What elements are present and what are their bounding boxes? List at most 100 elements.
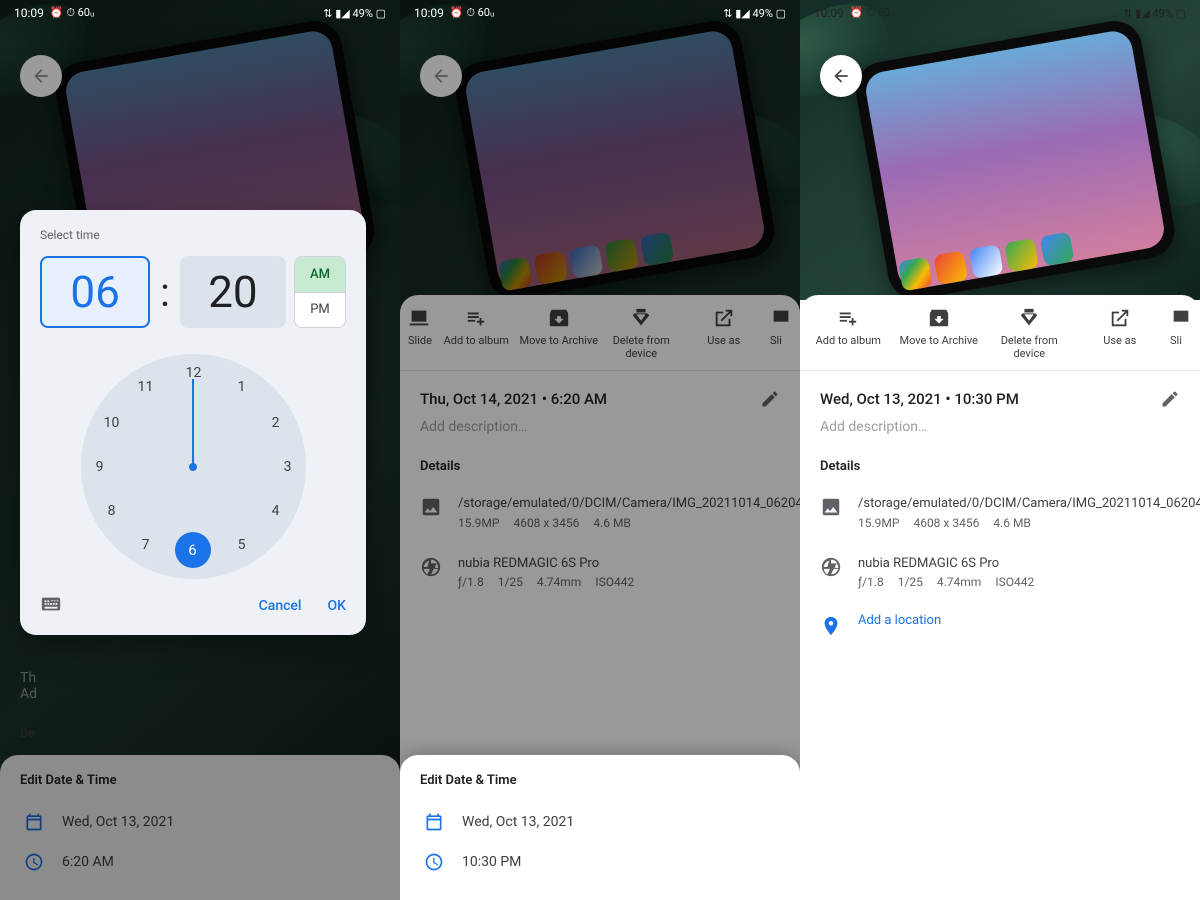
- minute-field[interactable]: 20: [180, 256, 286, 328]
- edit-datetime-title: Edit Date & Time: [20, 773, 380, 788]
- back-button[interactable]: [420, 55, 462, 97]
- status-bar: 10:09⏰ ⏱ 60ᵤ ⇅ ▮◢ 49% ▢: [800, 0, 1200, 26]
- edit-date-value: Wed, Oct 13, 2021: [462, 814, 574, 830]
- edit-time-value: 6:20 AM: [62, 854, 114, 870]
- arrow-back-icon: [31, 66, 51, 86]
- clock-num-2[interactable]: 2: [263, 410, 289, 436]
- edit-time-row[interactable]: 6:20 AM: [20, 842, 380, 882]
- clock-num-8[interactable]: 8: [99, 498, 125, 524]
- action-add-to-album[interactable]: Add to album: [804, 307, 893, 360]
- edit-datetime-icon[interactable]: [760, 389, 780, 409]
- archive-icon: [548, 307, 570, 329]
- clock-icon: [24, 852, 44, 872]
- back-button[interactable]: [820, 55, 862, 97]
- slideshow-icon: [1170, 307, 1192, 329]
- action-delete-from-device[interactable]: Delete from device: [601, 307, 682, 360]
- description-input[interactable]: Add description…: [400, 413, 800, 451]
- am-option[interactable]: AM: [295, 257, 345, 292]
- action-use-as[interactable]: Use as: [684, 307, 765, 360]
- edit-date-row[interactable]: Wed, Oct 13, 2021: [20, 802, 380, 842]
- playlist-add-icon: [837, 307, 859, 329]
- details-title: Details: [400, 451, 800, 486]
- action-slideshow-right[interactable]: Sli: [766, 307, 796, 360]
- open-in-new-icon: [713, 307, 735, 329]
- clock-face[interactable]: 6 12 1 2 3 4 5 7 8 9 10 11: [81, 354, 306, 579]
- clock-num-7[interactable]: 7: [133, 532, 159, 558]
- clock-num-4[interactable]: 4: [263, 498, 289, 524]
- statusbar-time: 10:09: [14, 6, 44, 20]
- edit-datetime-title: Edit Date & Time: [420, 773, 780, 788]
- camera-model: nubia REDMAGIC 6S Pro: [458, 554, 634, 574]
- panel-2-edit-sheet: 10:09⏰ ⏱ 60ᵤ ⇅ ▮◢ 49% ▢ Slide Add to alb…: [400, 0, 800, 900]
- edit-date-row[interactable]: Wed, Oct 13, 2021: [420, 802, 780, 842]
- action-use-as[interactable]: Use as: [1076, 307, 1165, 360]
- ampm-toggle: AM PM: [294, 256, 346, 328]
- clock-num-11[interactable]: 11: [133, 374, 159, 400]
- photo-info-sheet: Add to album Move to Archive Delete from…: [800, 295, 1200, 900]
- image-icon: [820, 496, 842, 518]
- details-title: Details: [800, 451, 1200, 486]
- photo-datetime: Thu, Oct 14, 2021 • 6:20 AM: [420, 390, 607, 408]
- edit-time-row[interactable]: 10:30 PM: [420, 842, 780, 882]
- pm-option[interactable]: PM: [295, 292, 345, 328]
- photo-background: [800, 0, 1200, 300]
- panel-3-info: 10:09⏰ ⏱ 60ᵤ ⇅ ▮◢ 49% ▢ Add to album Mov…: [800, 0, 1200, 900]
- back-button[interactable]: [20, 55, 62, 97]
- camera-model: nubia REDMAGIC 6S Pro: [858, 554, 1034, 574]
- edit-date-value: Wed, Oct 13, 2021: [62, 814, 174, 830]
- edit-datetime-sheet: Edit Date & Time Wed, Oct 13, 2021 10:30…: [400, 755, 800, 900]
- action-move-to-archive[interactable]: Move to Archive: [895, 307, 984, 360]
- delete-device-icon: [1018, 307, 1040, 329]
- clock-hand: [192, 379, 194, 467]
- slideshow-icon: [408, 307, 430, 329]
- clock-num-12[interactable]: 12: [181, 360, 207, 386]
- clock-center-dot: [189, 463, 197, 471]
- ok-button[interactable]: OK: [328, 598, 347, 614]
- add-location-row[interactable]: Add a location: [800, 605, 1200, 651]
- add-location-link[interactable]: Add a location: [858, 613, 941, 628]
- action-delete-from-device[interactable]: Delete from device: [985, 307, 1074, 360]
- arrow-back-icon: [831, 66, 851, 86]
- keyboard-input-toggle[interactable]: [40, 593, 62, 619]
- clock-num-9[interactable]: 9: [87, 454, 113, 480]
- photo-datetime: Wed, Oct 13, 2021 • 10:30 PM: [820, 390, 1019, 408]
- hour-field[interactable]: 06: [40, 256, 150, 328]
- statusbar-left-icons: ⏰ ⏱ 60ᵤ: [50, 6, 94, 20]
- file-path: /storage/emulated/0/DCIM/Camera/IMG_2021…: [458, 494, 800, 514]
- slideshow-icon: [770, 307, 792, 329]
- action-slideshow[interactable]: Slide: [404, 307, 434, 360]
- action-row: Slide Add to album Move to Archive Delet…: [400, 295, 800, 371]
- open-in-new-icon: [1109, 307, 1131, 329]
- image-icon: [420, 496, 442, 518]
- action-add-to-album[interactable]: Add to album: [436, 307, 517, 360]
- edit-datetime-icon[interactable]: [1160, 389, 1180, 409]
- statusbar-right-icons: ⇅ ▮◢ 49% ▢: [323, 7, 386, 20]
- status-bar: 10:09⏰ ⏱ 60ᵤ ⇅ ▮◢ 49% ▢: [400, 0, 800, 26]
- edit-time-value: 10:30 PM: [462, 854, 521, 870]
- camera-detail-row: nubia REDMAGIC 6S Pro ƒ/1.81/254.74mmISO…: [800, 546, 1200, 606]
- action-slideshow-right[interactable]: Sli: [1166, 307, 1196, 360]
- clock-icon: [424, 852, 444, 872]
- calendar-icon: [424, 812, 444, 832]
- time-colon: :: [158, 269, 172, 316]
- location-icon: [820, 615, 842, 637]
- aperture-icon: [820, 556, 842, 578]
- file-path: /storage/emulated/0/DCIM/Camera/IMG_2021…: [858, 494, 1200, 514]
- keyboard-icon: [40, 593, 62, 615]
- archive-icon: [928, 307, 950, 329]
- clock-num-1[interactable]: 1: [229, 374, 255, 400]
- clock-num-5[interactable]: 5: [229, 532, 255, 558]
- panel-1-timepicker: 10:09⏰ ⏱ 60ᵤ ⇅ ▮◢ 49% ▢ Th Ad De Edit Da…: [0, 0, 400, 900]
- edit-datetime-sheet: Edit Date & Time Wed, Oct 13, 2021 6:20 …: [0, 755, 400, 900]
- clock-selected-hour[interactable]: 6: [175, 532, 211, 568]
- status-bar: 10:09 ⏰ ⏱ 60ᵤ ⇅ ▮◢ 49% ▢: [0, 0, 400, 26]
- clock-num-10[interactable]: 10: [99, 410, 125, 436]
- time-picker-dialog: Select time 06 : 20 AM PM 6 12 1 2 3 4 5…: [20, 210, 366, 635]
- cancel-button[interactable]: Cancel: [259, 598, 302, 614]
- clock-num-3[interactable]: 3: [275, 454, 301, 480]
- calendar-icon: [24, 812, 44, 832]
- description-input[interactable]: Add description…: [800, 413, 1200, 451]
- arrow-back-icon: [431, 66, 451, 86]
- file-detail-row: /storage/emulated/0/DCIM/Camera/IMG_2021…: [800, 486, 1200, 546]
- action-move-to-archive[interactable]: Move to Archive: [519, 307, 600, 360]
